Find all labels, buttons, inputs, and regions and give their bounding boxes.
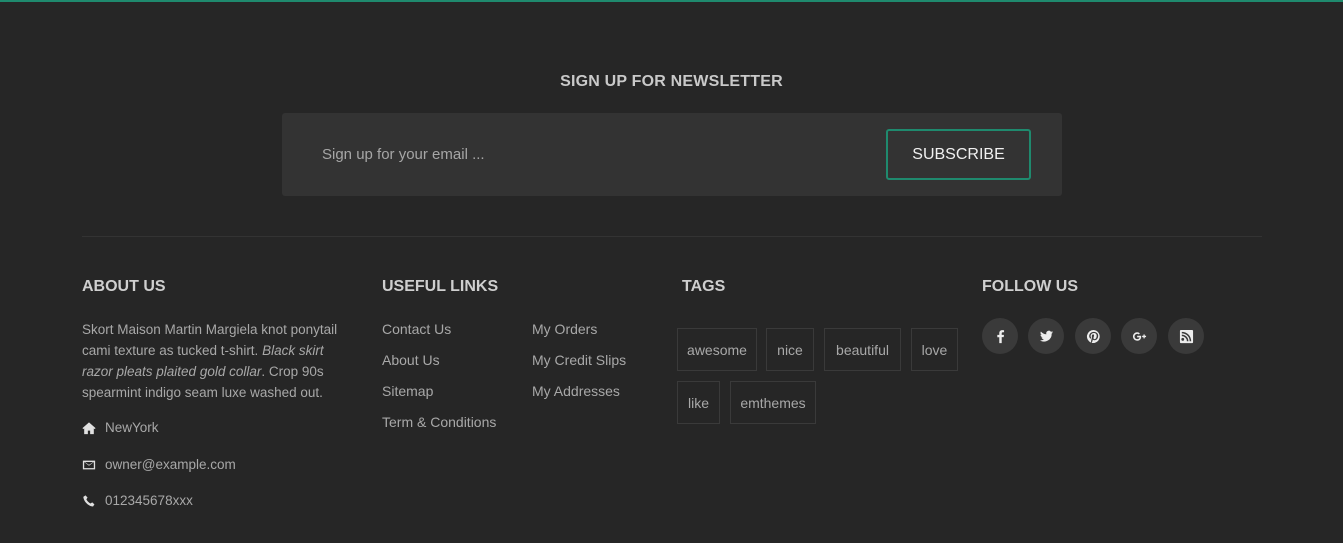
envelope-icon	[82, 460, 96, 469]
link-credit-slips[interactable]: My Credit Slips	[532, 352, 626, 383]
newsletter-email-input[interactable]	[304, 133, 864, 175]
phone-icon	[83, 494, 95, 507]
link-sitemap[interactable]: Sitemap	[382, 383, 496, 414]
about-text: Skort Maison Martin Margiela knot ponyta…	[82, 322, 338, 400]
tag-like[interactable]: like	[677, 381, 720, 424]
pinterest-icon	[1086, 329, 1100, 343]
home-icon	[82, 421, 96, 434]
link-my-orders[interactable]: My Orders	[532, 321, 626, 352]
useful-links-title: USEFUL LINKS	[382, 278, 499, 295]
tag-love[interactable]: love	[911, 328, 958, 371]
footer-divider	[82, 236, 1262, 237]
top-accent-bar	[0, 0, 1343, 2]
twitter-button[interactable]	[1028, 318, 1064, 354]
useful-links-col2: My Orders My Credit Slips My Addresses	[532, 321, 626, 414]
google-plus-icon	[1132, 331, 1146, 341]
newsletter-form: SUBSCRIBE	[282, 113, 1062, 196]
link-addresses[interactable]: My Addresses	[532, 383, 626, 414]
link-contact-us[interactable]: Contact Us	[382, 321, 496, 352]
contact-email: owner@example.com	[82, 457, 236, 472]
tag-nice[interactable]: nice	[766, 328, 814, 371]
subscribe-button[interactable]: SUBSCRIBE	[886, 129, 1031, 180]
google-plus-button[interactable]	[1121, 318, 1157, 354]
twitter-icon	[1039, 330, 1053, 342]
facebook-button[interactable]	[982, 318, 1018, 354]
tag-emthemes[interactable]: emthemes	[730, 381, 816, 424]
rss-button[interactable]	[1168, 318, 1204, 354]
newsletter-title: SIGN UP FOR NEWSLETTER	[560, 73, 783, 90]
email-text[interactable]: owner@example.com	[105, 457, 236, 472]
rss-icon	[1179, 329, 1193, 343]
contact-location: NewYork	[82, 420, 159, 435]
phone-text: 012345678xxx	[105, 493, 193, 508]
follow-us-title: FOLLOW US	[982, 278, 1078, 295]
pinterest-button[interactable]	[1075, 318, 1111, 354]
contact-phone: 012345678xxx	[82, 493, 193, 508]
tag-beautiful[interactable]: beautiful	[824, 328, 901, 371]
tags-title: TAGS	[682, 278, 726, 295]
about-title: ABOUT US	[82, 278, 166, 295]
useful-links-col1: Contact Us About Us Sitemap Term & Condi…	[382, 321, 496, 445]
tag-awesome[interactable]: awesome	[677, 328, 757, 371]
link-about-us[interactable]: About Us	[382, 352, 496, 383]
location-text: NewYork	[105, 420, 159, 435]
facebook-icon	[996, 329, 1004, 343]
link-terms[interactable]: Term & Conditions	[382, 414, 496, 445]
